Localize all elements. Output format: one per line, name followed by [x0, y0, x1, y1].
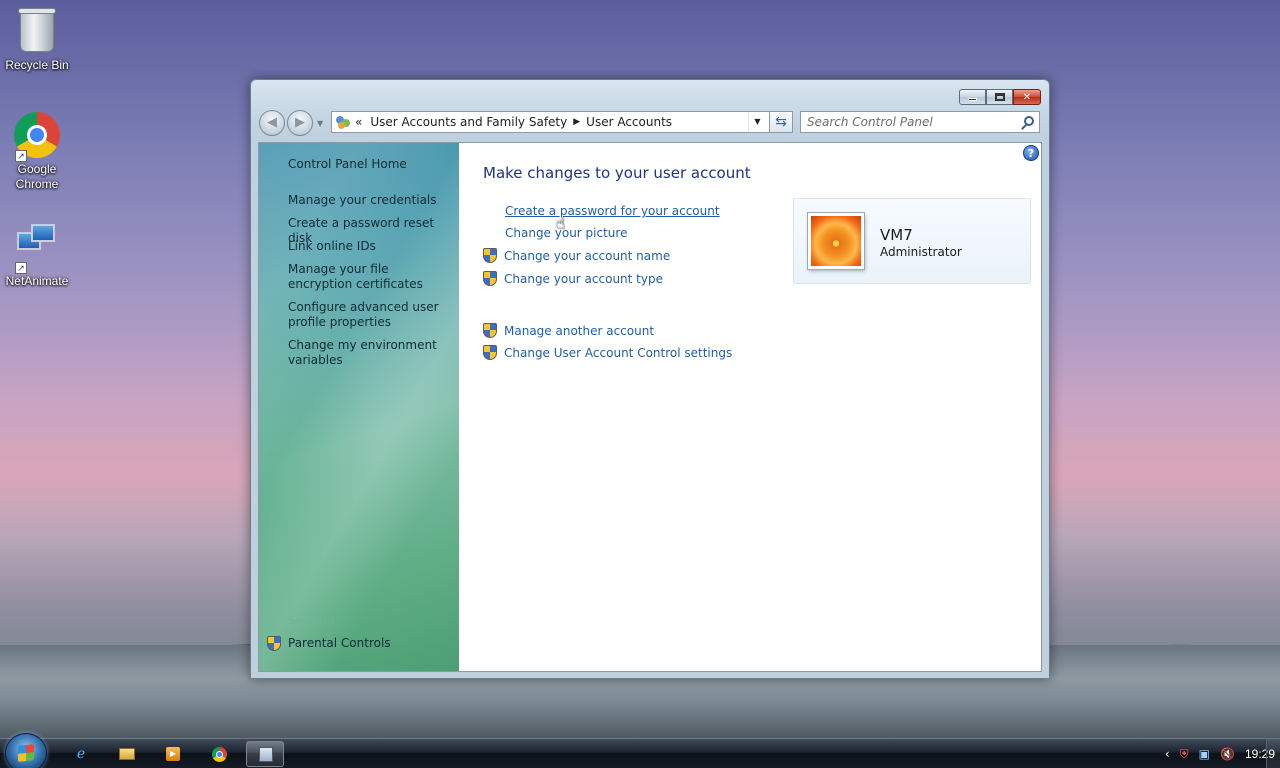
sidebar-environment-variables[interactable]: Change my environment variables [288, 338, 453, 368]
network-icon[interactable]: ▣ [1199, 747, 1210, 761]
task-label: Change your account type [504, 271, 663, 286]
shortcut-arrow-icon: ↗ [15, 150, 27, 162]
address-overflow-chevron[interactable]: « [355, 115, 362, 129]
navigation-bar: ◀ ▶ ▼ « User Accounts and Family Safety … [259, 110, 1041, 136]
start-button[interactable] [5, 733, 47, 768]
close-button[interactable]: ✕ [1013, 89, 1041, 105]
control-panel-icon [253, 743, 279, 765]
task-label: Manage another account [504, 323, 655, 338]
maximize-icon [994, 93, 1005, 101]
sidebar-file-encryption-certificates[interactable]: Manage your file encryption certificates [288, 262, 453, 292]
recent-pages-dropdown[interactable]: ▼ [317, 119, 323, 128]
task-manage-another-account[interactable]: Manage another account [483, 323, 654, 338]
security-alert-icon[interactable]: ⛨ [1180, 747, 1189, 762]
user-name: VM7 [880, 226, 913, 244]
search-icon[interactable] [1024, 116, 1034, 126]
task-change-account-type[interactable]: Change your account type [483, 271, 663, 286]
uac-shield-icon [267, 636, 281, 651]
desktop-icon-recycle-bin[interactable]: Recycle Bin [0, 6, 74, 73]
parental-controls-label: Parental Controls [288, 636, 391, 650]
recycle-bin-icon [13, 8, 61, 56]
show-desktop-button[interactable] [1266, 739, 1280, 768]
maximize-button[interactable] [986, 89, 1013, 105]
close-icon: ✕ [1022, 91, 1032, 103]
sidebar-manage-credentials[interactable]: Manage your credentials [288, 193, 453, 208]
page-title: Make changes to your user account [483, 164, 751, 182]
user-accounts-window: ✕ ◀ ▶ ▼ « User Accounts and Family Safet… [250, 79, 1050, 679]
uac-shield-icon [483, 248, 497, 263]
user-account-card: VM7 Administrator [793, 198, 1031, 284]
hand-cursor-icon: ☝ [555, 213, 565, 232]
breadcrumb-separator-icon[interactable]: ▶ [573, 117, 580, 127]
desktop-icon-label: Recycle Bin [5, 58, 69, 72]
back-arrow-icon: ◀ [267, 115, 277, 130]
refresh-button[interactable]: ⇆ [769, 111, 793, 133]
uac-shield-icon [483, 323, 497, 338]
user-role: Administrator [880, 245, 962, 259]
taskbar: ℯ ▶ ‹ ⛨ ▣ 🔇 19:29 [0, 733, 1280, 768]
sidebar-parental-controls[interactable]: Parental Controls [267, 636, 432, 651]
refresh-icon: ⇆ [775, 114, 787, 130]
minimize-icon [968, 98, 977, 101]
sidebar-advanced-profile-properties[interactable]: Configure advanced user profile properti… [288, 300, 453, 330]
desktop-icon-label: Google Chrome [15, 162, 59, 191]
uac-shield-icon [483, 271, 497, 286]
search-input[interactable]: Search Control Panel [800, 111, 1040, 133]
desktop-icon-google-chrome[interactable]: ↗ Google Chrome [0, 112, 74, 192]
see-also-heading: See also [288, 614, 335, 627]
sidebar-control-panel-home[interactable]: Control Panel Home [288, 157, 453, 172]
chrome-icon: ↗ [13, 112, 61, 162]
sidebar-link-online-ids[interactable]: Link online IDs [288, 239, 453, 254]
minimize-button[interactable] [959, 89, 986, 105]
help-icon[interactable]: ? [1023, 145, 1039, 161]
task-create-password[interactable]: Create a password for your account [483, 204, 720, 218]
windows-explorer-icon[interactable] [114, 743, 140, 765]
task-uac-settings[interactable]: Change User Account Control settings [483, 345, 732, 360]
shortcut-arrow-icon: ↗ [15, 262, 27, 274]
address-bar[interactable]: « User Accounts and Family Safety ▶ User… [331, 111, 793, 133]
chrome-icon[interactable] [206, 743, 232, 765]
address-dropdown-icon[interactable]: ▼ [748, 112, 766, 132]
sidebar: Control Panel Home Manage your credentia… [259, 143, 459, 671]
user-avatar [808, 213, 864, 269]
volume-muted-icon[interactable]: 🔇 [1220, 747, 1235, 761]
task-label: Change your picture [505, 226, 628, 240]
forward-button[interactable]: ▶ [287, 110, 313, 136]
media-player-icon[interactable]: ▶ [160, 743, 186, 765]
internet-explorer-icon[interactable]: ℯ [68, 743, 94, 765]
window-controls: ✕ [959, 89, 1041, 105]
uac-shield-icon [483, 345, 497, 360]
forward-arrow-icon: ▶ [295, 115, 305, 130]
task-label: Change your account name [504, 248, 671, 263]
breadcrumb-user-accounts[interactable]: User Accounts [586, 115, 672, 129]
content-area: Control Panel Home Manage your credentia… [258, 142, 1042, 672]
task-label: Change User Account Control settings [504, 345, 733, 360]
taskbar-control-panel-button[interactable] [246, 741, 284, 767]
task-change-account-name[interactable]: Change your account name [483, 248, 670, 263]
back-button[interactable]: ◀ [259, 110, 285, 136]
breadcrumb-user-accounts-family-safety[interactable]: User Accounts and Family Safety [370, 115, 567, 129]
search-placeholder: Search Control Panel [807, 115, 933, 129]
show-hidden-icons-chevron[interactable]: ‹ [1165, 747, 1170, 761]
task-label: Create a password for your account [505, 204, 720, 218]
desktop-icon-netanimate[interactable]: ↗ NetAnimate [0, 218, 74, 289]
control-panel-icon [335, 114, 351, 130]
desktop-icon-label: NetAnimate [5, 274, 69, 288]
netanimate-icon: ↗ [13, 224, 61, 274]
system-tray: ‹ ⛨ ▣ 🔇 19:29 [1160, 739, 1280, 768]
main-panel: ? Make changes to your user account Crea… [459, 143, 1041, 671]
